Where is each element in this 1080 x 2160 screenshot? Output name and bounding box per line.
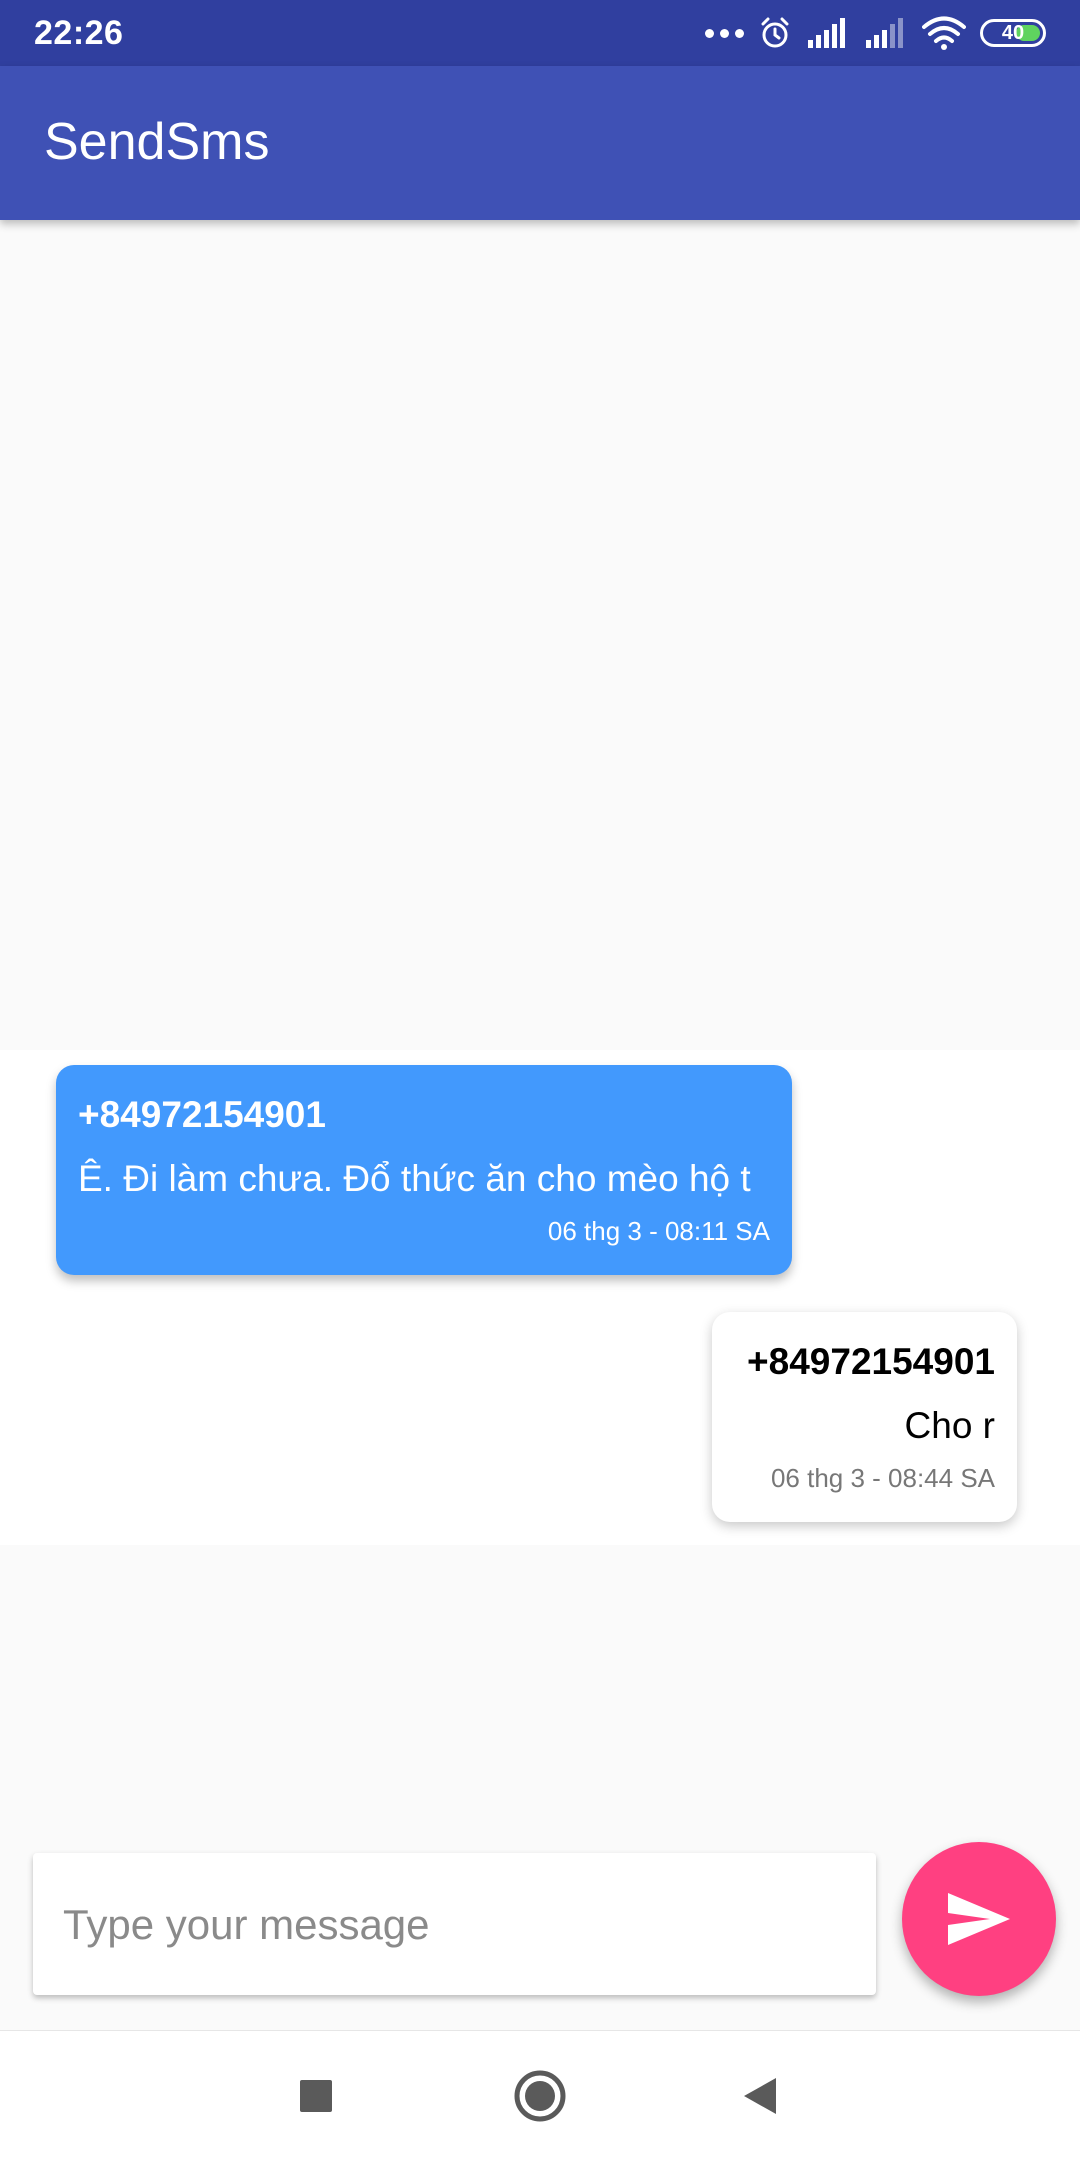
status-icons: 40 — [705, 12, 1046, 54]
home-icon — [514, 2070, 566, 2122]
send-icon — [948, 1893, 1010, 1945]
home-button[interactable] — [500, 2056, 580, 2136]
recents-icon — [300, 2080, 332, 2112]
send-button[interactable] — [902, 1842, 1056, 1996]
app-title: SendSms — [44, 113, 270, 171]
message-body: Cho r — [904, 1405, 995, 1446]
message-bubble-outgoing[interactable]: +84972154901 Cho r 06 thg 3 - 08:44 SA — [712, 1312, 1017, 1522]
back-icon — [744, 2078, 776, 2114]
signal-2-icon — [866, 18, 903, 48]
message-input[interactable] — [61, 1853, 855, 1997]
message-sender: +84972154901 — [747, 1341, 995, 1382]
message-time: 06 thg 3 - 08:44 SA — [770, 1463, 995, 1493]
message-body: Ê. Đi làm chưa. Đổ thức ăn cho mèo hộ t — [78, 1158, 751, 1199]
screen: 22:26 40 SendSms +84972154901 Ê. Đi làm … — [0, 0, 1080, 2160]
navigation-bar — [0, 2030, 1080, 2160]
back-button[interactable] — [720, 2056, 800, 2136]
signal-1-icon — [808, 18, 845, 48]
message-bubble-incoming[interactable]: +84972154901 Ê. Đi làm chưa. Đổ thức ăn … — [56, 1065, 792, 1275]
message-sender: +84972154901 — [78, 1094, 326, 1135]
message-input-container — [33, 1853, 876, 1997]
alarm-icon — [761, 17, 789, 48]
message-time: 06 thg 3 - 08:11 SA — [547, 1216, 770, 1246]
more-dots-icon — [705, 28, 744, 38]
wifi-icon — [922, 16, 966, 50]
battery-icon: 40 — [980, 19, 1046, 47]
recents-button[interactable] — [276, 2056, 356, 2136]
app-bar: SendSms — [0, 66, 1080, 220]
status-bar: 22:26 40 — [0, 0, 1080, 66]
battery-level: 40 — [1001, 21, 1025, 44]
status-time: 22:26 — [34, 14, 124, 52]
